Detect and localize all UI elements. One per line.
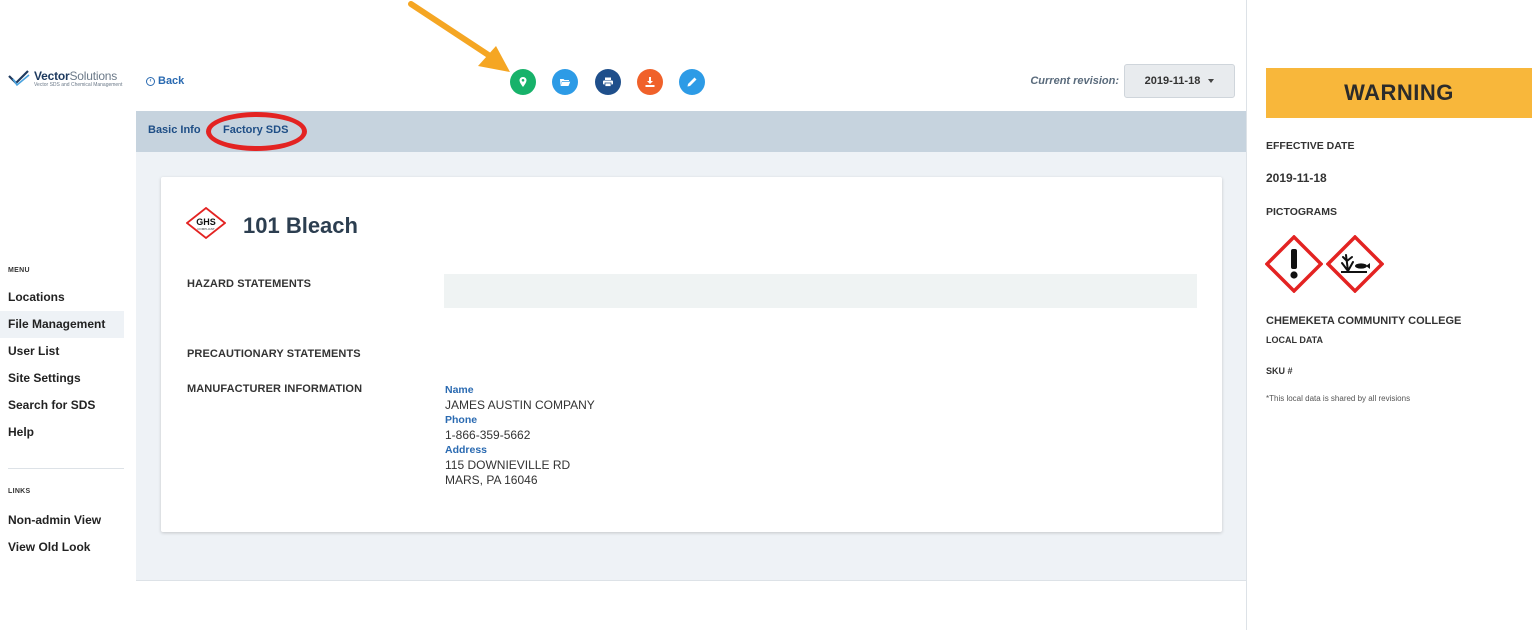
manufacturer-address-line1: 115 DOWNIEVILLE RD	[445, 458, 571, 472]
links-heading: LINKS	[8, 488, 31, 495]
local-data-label: LOCAL DATA	[1266, 335, 1323, 345]
print-icon	[603, 77, 613, 87]
menu-heading: MENU	[8, 267, 30, 274]
app-root: VectorSolutions Vector SDS and Chemical …	[0, 0, 1536, 630]
revision-value: 2019-11-18	[1144, 75, 1201, 87]
sidebar-item-locations[interactable]: Locations	[0, 284, 124, 311]
logo-tagline: Vector SDS and Chemical Management	[34, 82, 123, 88]
manufacturer-information-label: MANUFACTURER INFORMATION	[187, 383, 363, 395]
logo-brand-light: Solutions	[69, 69, 118, 83]
exclamation-mark-pictogram-icon	[1265, 235, 1323, 293]
manufacturer-details: Name JAMES AUSTIN COMPANY Phone 1-866-35…	[445, 383, 595, 488]
sidebar-item-search-for-sds[interactable]: Search for SDS	[0, 392, 124, 419]
main-content: ‹ Back Current revision: 2019-11-18 Basi…	[136, 0, 1246, 630]
sidebar-item-help[interactable]: Help	[0, 419, 124, 446]
caret-down-icon	[1208, 79, 1215, 83]
pictogram-list	[1265, 235, 1384, 293]
links-menu: Non-admin View View Old Look	[0, 507, 124, 561]
sidebar-item-user-list[interactable]: User List	[0, 338, 124, 365]
back-arrow-icon: ‹	[146, 76, 155, 86]
manufacturer-phone: 1-866-359-5662	[445, 428, 531, 442]
current-revision-label: Current revision:	[1030, 75, 1119, 87]
product-card: GHS COMPLIANT 101 Bleach HAZARD STATEMEN…	[161, 177, 1222, 532]
sidebar: VectorSolutions Vector SDS and Chemical …	[0, 0, 136, 630]
sidebar-item-site-settings[interactable]: Site Settings	[0, 365, 124, 392]
hazard-statements-box	[444, 274, 1197, 308]
effective-date-label: EFFECTIVE DATE	[1266, 140, 1355, 152]
organization-name: CHEMEKETA COMMUNITY COLLEGE	[1266, 315, 1462, 327]
top-toolbar: ‹ Back Current revision: 2019-11-18	[136, 56, 1246, 110]
ghs-badge-subtext: COMPLIANT	[197, 227, 215, 231]
pencil-icon	[687, 77, 697, 87]
logo-brand-bold: Vector	[34, 69, 70, 83]
manufacturer-address-label: Address	[445, 444, 488, 456]
sidebar-divider	[8, 468, 124, 469]
logo-mark-icon	[8, 70, 30, 87]
sidebar-item-file-management[interactable]: File Management	[0, 311, 124, 338]
edit-button[interactable]	[679, 69, 705, 95]
environment-pictogram-icon	[1326, 235, 1384, 293]
revision-select[interactable]: 2019-11-18	[1124, 64, 1235, 98]
manufacturer-address-line2: MARS, PA 16046	[445, 473, 538, 487]
folder-open-button[interactable]	[552, 69, 578, 95]
back-link[interactable]: ‹ Back	[146, 75, 184, 87]
right-panel: WARNING EFFECTIVE DATE 2019-11-18 PICTOG…	[1246, 0, 1536, 630]
manufacturer-name-label: Name	[445, 384, 474, 396]
back-label: Back	[158, 75, 185, 87]
sku-label: SKU #	[1266, 366, 1293, 376]
content-divider	[136, 580, 1246, 581]
orange-arrow-annotation	[408, 1, 510, 72]
product-title: 101 Bleach	[243, 213, 358, 238]
vector-solutions-logo[interactable]: VectorSolutions Vector SDS and Chemical …	[8, 70, 122, 88]
download-button[interactable]	[637, 69, 663, 95]
hazard-statements-label: HAZARD STATEMENTS	[187, 278, 312, 290]
print-button[interactable]	[595, 69, 621, 95]
local-data-note: *This local data is shared by all revisi…	[1266, 394, 1411, 403]
folder-open-icon	[560, 79, 571, 86]
manufacturer-name: JAMES AUSTIN COMPANY	[445, 398, 595, 412]
sidebar-link-view-old-look[interactable]: View Old Look	[0, 534, 124, 561]
ghs-compliant-badge-icon: GHS COMPLIANT	[186, 207, 226, 239]
manufacturer-phone-label: Phone	[445, 414, 478, 426]
tab-bar: Basic Info Factory SDS	[136, 111, 1246, 152]
pictograms-label: PICTOGRAMS	[1266, 206, 1337, 218]
signal-word-banner: WARNING	[1266, 68, 1532, 118]
ghs-badge-text: GHS	[196, 217, 216, 227]
red-circle-annotation	[206, 112, 307, 151]
tab-basic-info[interactable]: Basic Info	[148, 124, 201, 136]
main-menu: Locations File Management User List Site…	[0, 284, 124, 446]
download-icon	[645, 77, 655, 87]
sidebar-link-non-admin-view[interactable]: Non-admin View	[0, 507, 124, 534]
precautionary-statements-label: PRECAUTIONARY STATEMENTS	[187, 348, 361, 360]
effective-date-value: 2019-11-18	[1266, 171, 1327, 185]
